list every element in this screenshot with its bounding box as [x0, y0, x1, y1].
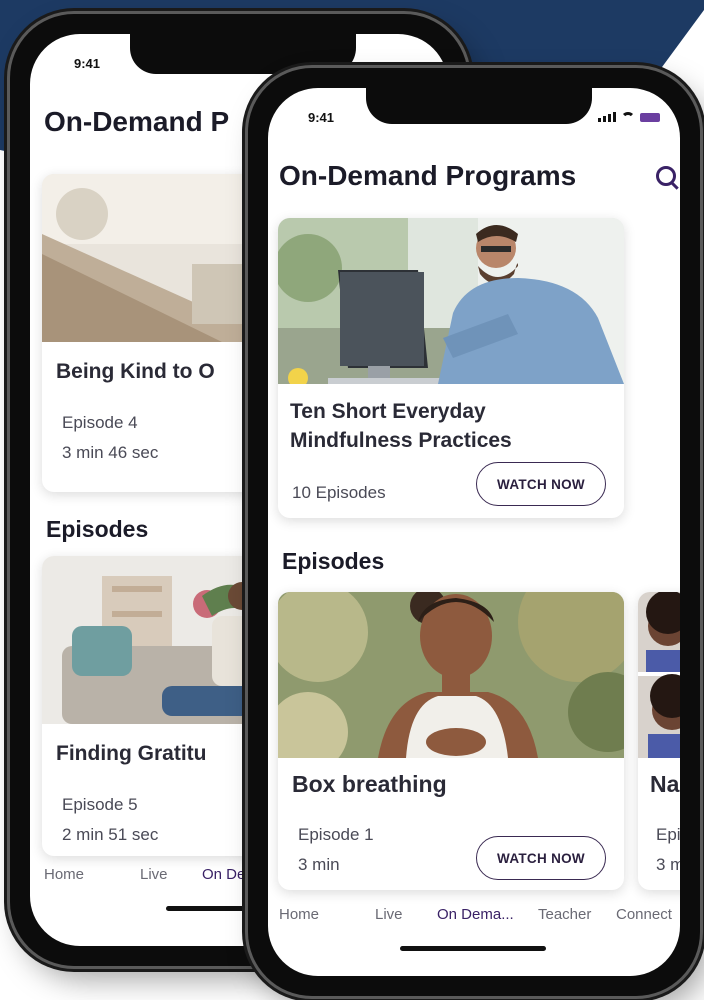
program-duration: 3 min 46 sec	[62, 443, 159, 462]
program-image	[42, 174, 282, 342]
program-title: Being Kind to O	[56, 360, 215, 383]
front-phone-screen: 9:41 On-Demand Programs Ten Short Everyd…	[268, 88, 680, 976]
tab-live[interactable]: Live	[375, 906, 403, 923]
episodes-heading: Episodes	[46, 516, 149, 542]
episode-title: Na	[650, 771, 680, 797]
tab-home[interactable]: Home	[279, 906, 319, 923]
episode-number: Epi	[656, 825, 680, 844]
watch-now-button[interactable]: WATCH NOW	[476, 836, 606, 880]
episode-card[interactable]: Finding Gratitu Episode 5 2 min 51 sec	[42, 556, 282, 856]
home-indicator[interactable]	[400, 946, 546, 951]
program-episode: Episode 4	[62, 413, 138, 432]
program-card[interactable]: Ten Short Everyday Mindfulness Practices…	[278, 218, 624, 518]
episode-number: Episode 5	[62, 795, 138, 814]
episode-image	[638, 592, 680, 758]
tab-on-demand[interactable]: On Dema...	[437, 906, 514, 923]
program-title-line2: Mindfulness Practices	[290, 429, 512, 452]
tab-connect[interactable]: Connect	[616, 906, 672, 923]
search-icon[interactable]	[656, 166, 676, 186]
program-episodes-count: 10 Episodes	[292, 483, 386, 502]
episode-duration: 3 m	[656, 855, 680, 874]
episode-card-peek[interactable]: Na Epi 3 m	[638, 592, 680, 890]
wifi-icon	[621, 112, 635, 122]
watch-now-button[interactable]: WATCH NOW	[476, 462, 606, 506]
episode-title: Box breathing	[292, 771, 447, 797]
tab-on-demand[interactable]: On De	[202, 866, 245, 883]
status-time: 9:41	[74, 56, 101, 71]
front-phone: 9:41 On-Demand Programs Ten Short Everyd…	[248, 68, 700, 996]
signal-icon	[598, 112, 616, 122]
tab-home[interactable]: Home	[44, 866, 84, 883]
tab-teacher[interactable]: Teacher	[538, 906, 591, 923]
page-title: On-Demand P	[44, 106, 230, 137]
status-icons	[598, 112, 660, 122]
episodes-heading: Episodes	[282, 548, 385, 574]
episode-duration: 2 min 51 sec	[62, 825, 159, 844]
program-image	[278, 218, 624, 384]
episode-card[interactable]: Box breathing Episode 1 3 min WATCH NOW	[278, 592, 624, 890]
episode-image	[278, 592, 624, 758]
episode-image	[42, 556, 282, 724]
program-title-line1: Ten Short Everyday	[290, 400, 486, 423]
page-title: On-Demand Programs	[279, 160, 577, 191]
notch	[366, 88, 592, 124]
status-time: 9:41	[308, 110, 335, 125]
program-card[interactable]: Being Kind to O Episode 4 3 min 46 sec	[42, 174, 282, 492]
episode-duration: 3 min	[298, 855, 340, 874]
tab-live[interactable]: Live	[140, 866, 168, 883]
episode-number: Episode 1	[298, 825, 374, 844]
battery-icon	[640, 113, 660, 122]
episode-title: Finding Gratitu	[56, 742, 207, 765]
